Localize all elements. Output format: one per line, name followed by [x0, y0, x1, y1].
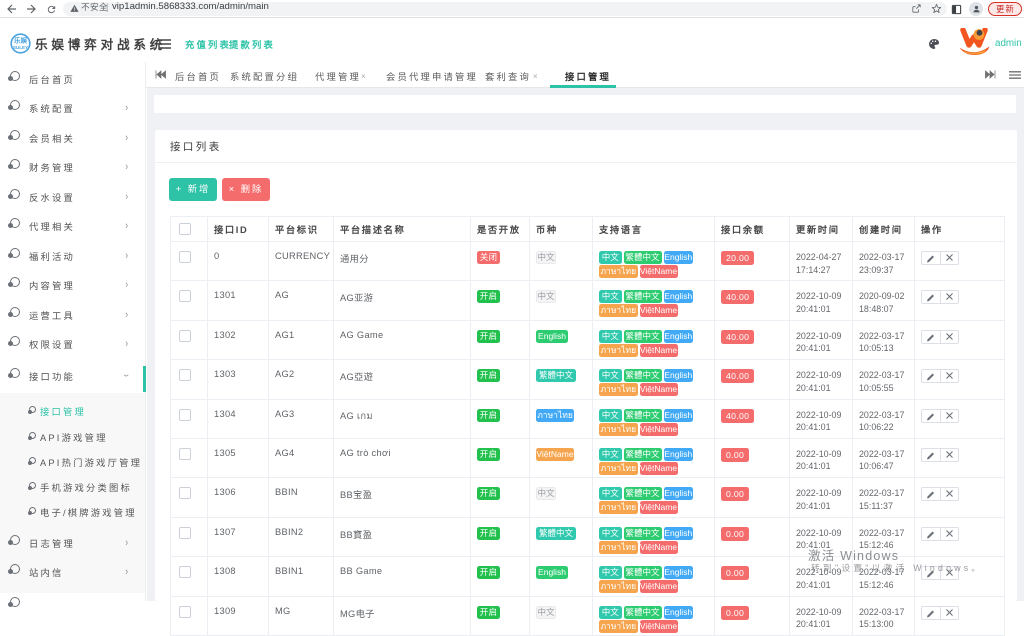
- svg-text:乐娱: 乐娱: [14, 36, 28, 45]
- svg-text:SULEY: SULEY: [13, 45, 28, 50]
